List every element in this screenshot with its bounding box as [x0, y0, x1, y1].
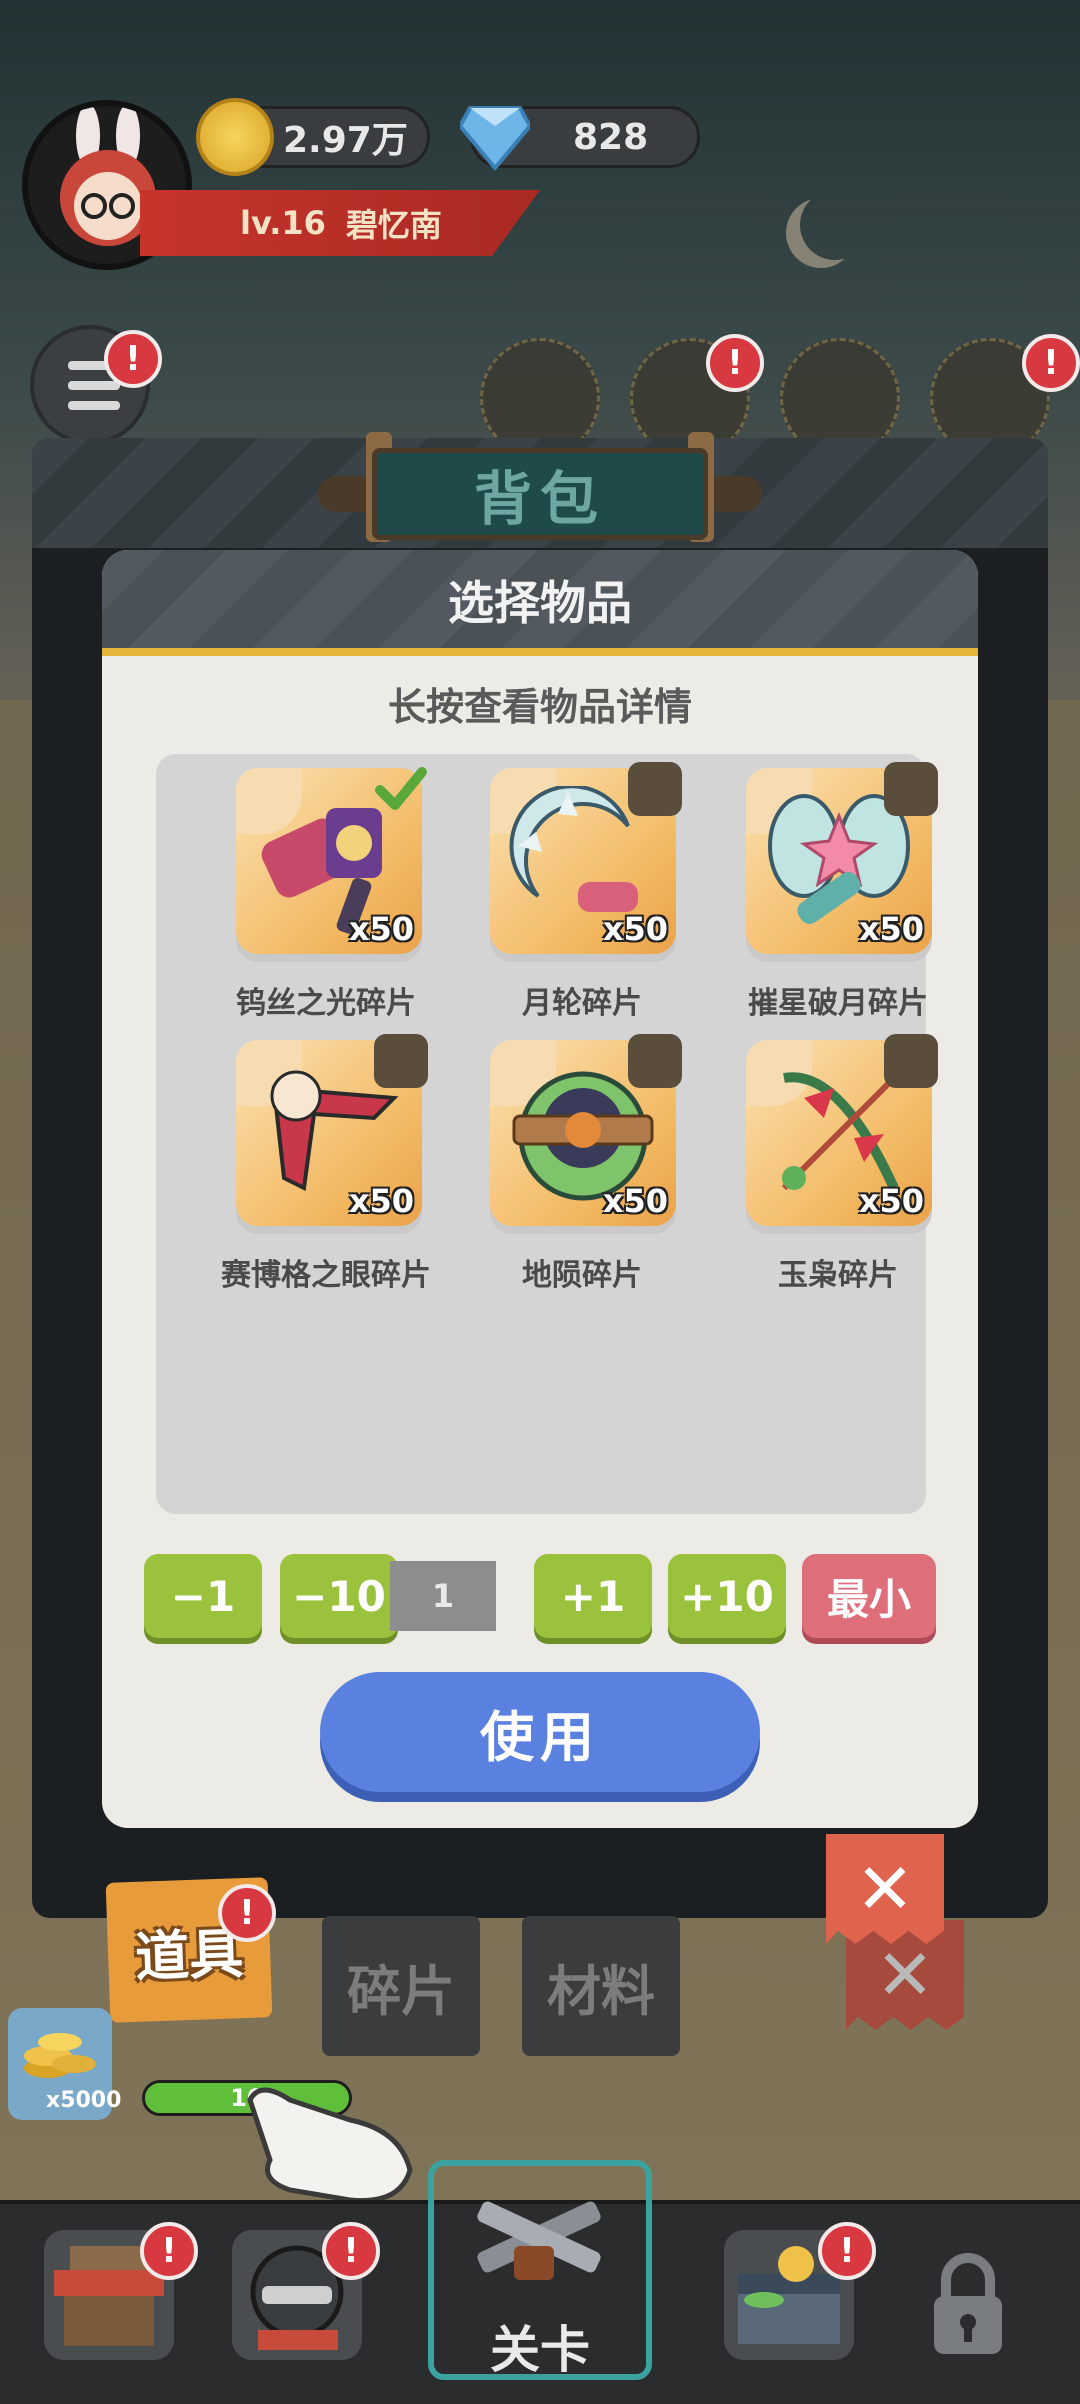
coin-amount: 2.97万	[283, 120, 408, 161]
close-icon: ✕	[855, 1848, 915, 1930]
item-slot[interactable]: x50	[236, 767, 427, 954]
pointing-hand-icon	[247, 2087, 413, 2204]
item-checkbox[interactable]	[628, 1034, 682, 1088]
item-name: 月轮碎片	[522, 986, 642, 1021]
plus-1-button[interactable]: +1	[534, 1554, 652, 1638]
checkmark-icon	[375, 767, 427, 810]
treasure-alert-badge: !	[818, 2222, 876, 2280]
tab-materials[interactable]: 材料	[522, 1916, 680, 2056]
menu-line	[68, 381, 120, 390]
minus-10-button[interactable]: −10	[280, 1554, 398, 1638]
minus-1-button[interactable]: −1	[144, 1554, 262, 1638]
coin-stack-count: x5000	[46, 2088, 122, 2113]
quantity-field[interactable]: 1	[390, 1561, 496, 1631]
stage-tab-label[interactable]: 关卡	[440, 2310, 640, 2382]
shop-alert-badge: !	[140, 2222, 198, 2280]
coin-icon	[196, 98, 274, 176]
close-button-dialog[interactable]: ✕	[826, 1834, 944, 1944]
dialog-header-stripe	[102, 648, 978, 656]
crossed-guns-icon	[477, 2201, 601, 2280]
item-checkbox-checked[interactable]	[374, 762, 428, 816]
player-name: 碧忆南	[345, 206, 442, 244]
menu-line	[68, 401, 120, 410]
level-banner: lv.16 碧忆南	[140, 190, 540, 256]
present-alert-badge: !	[1022, 334, 1080, 392]
item-checkbox[interactable]	[374, 1034, 428, 1088]
long-press-hint: 长按查看物品详情	[387, 685, 692, 729]
lock-icon	[934, 2253, 1002, 2354]
item-slot[interactable]: x50	[490, 762, 682, 954]
item-quantity: x50	[348, 1182, 414, 1220]
select-item-dialog: 选择物品 长按查看物品详情 x50 钨丝之光碎片 x50 月轮碎片 x50 摧星…	[102, 550, 978, 1828]
item-name: 玉枭碎片	[778, 1258, 898, 1293]
tab-items-alert-badge: !	[218, 1884, 276, 1942]
plus-10-button[interactable]: +10	[668, 1554, 786, 1638]
item-slot[interactable]: x50	[746, 762, 938, 954]
dialog-title: 选择物品	[448, 576, 632, 630]
diamond-icon	[460, 106, 530, 170]
item-name: 地陨碎片	[522, 1258, 642, 1293]
menu-alert-badge: !	[104, 330, 162, 388]
item-quantity: x50	[602, 910, 668, 948]
backpack-title: 背包	[372, 448, 708, 540]
coin-stack-icon	[24, 2033, 96, 2078]
item-quantity: x50	[348, 910, 414, 948]
item-quantity: x50	[602, 1182, 668, 1220]
player-level: lv.16	[240, 204, 326, 242]
item-checkbox[interactable]	[628, 762, 682, 816]
use-button[interactable]: 使用	[320, 1672, 760, 1792]
character-alert-badge: !	[322, 2222, 380, 2280]
item-slot[interactable]: x50	[236, 1034, 428, 1226]
item-quantity: x50	[858, 1182, 924, 1220]
tab-fragments[interactable]: 碎片	[322, 1916, 480, 2056]
item-name: 摧星破月碎片	[748, 986, 928, 1021]
item-name: 钨丝之光碎片	[236, 986, 416, 1021]
item-slot[interactable]: x50	[746, 1034, 938, 1226]
pet-alert-badge: !	[706, 334, 764, 392]
item-slot[interactable]: x50	[490, 1034, 682, 1226]
item-checkbox[interactable]	[884, 762, 938, 816]
minimum-button[interactable]: 最小	[802, 1554, 936, 1638]
gem-amount: 828	[573, 116, 649, 158]
item-name: 赛博格之眼碎片	[221, 1258, 431, 1293]
item-checkbox[interactable]	[884, 1034, 938, 1088]
close-icon: ✕	[875, 1934, 935, 2016]
item-quantity: x50	[858, 910, 924, 948]
